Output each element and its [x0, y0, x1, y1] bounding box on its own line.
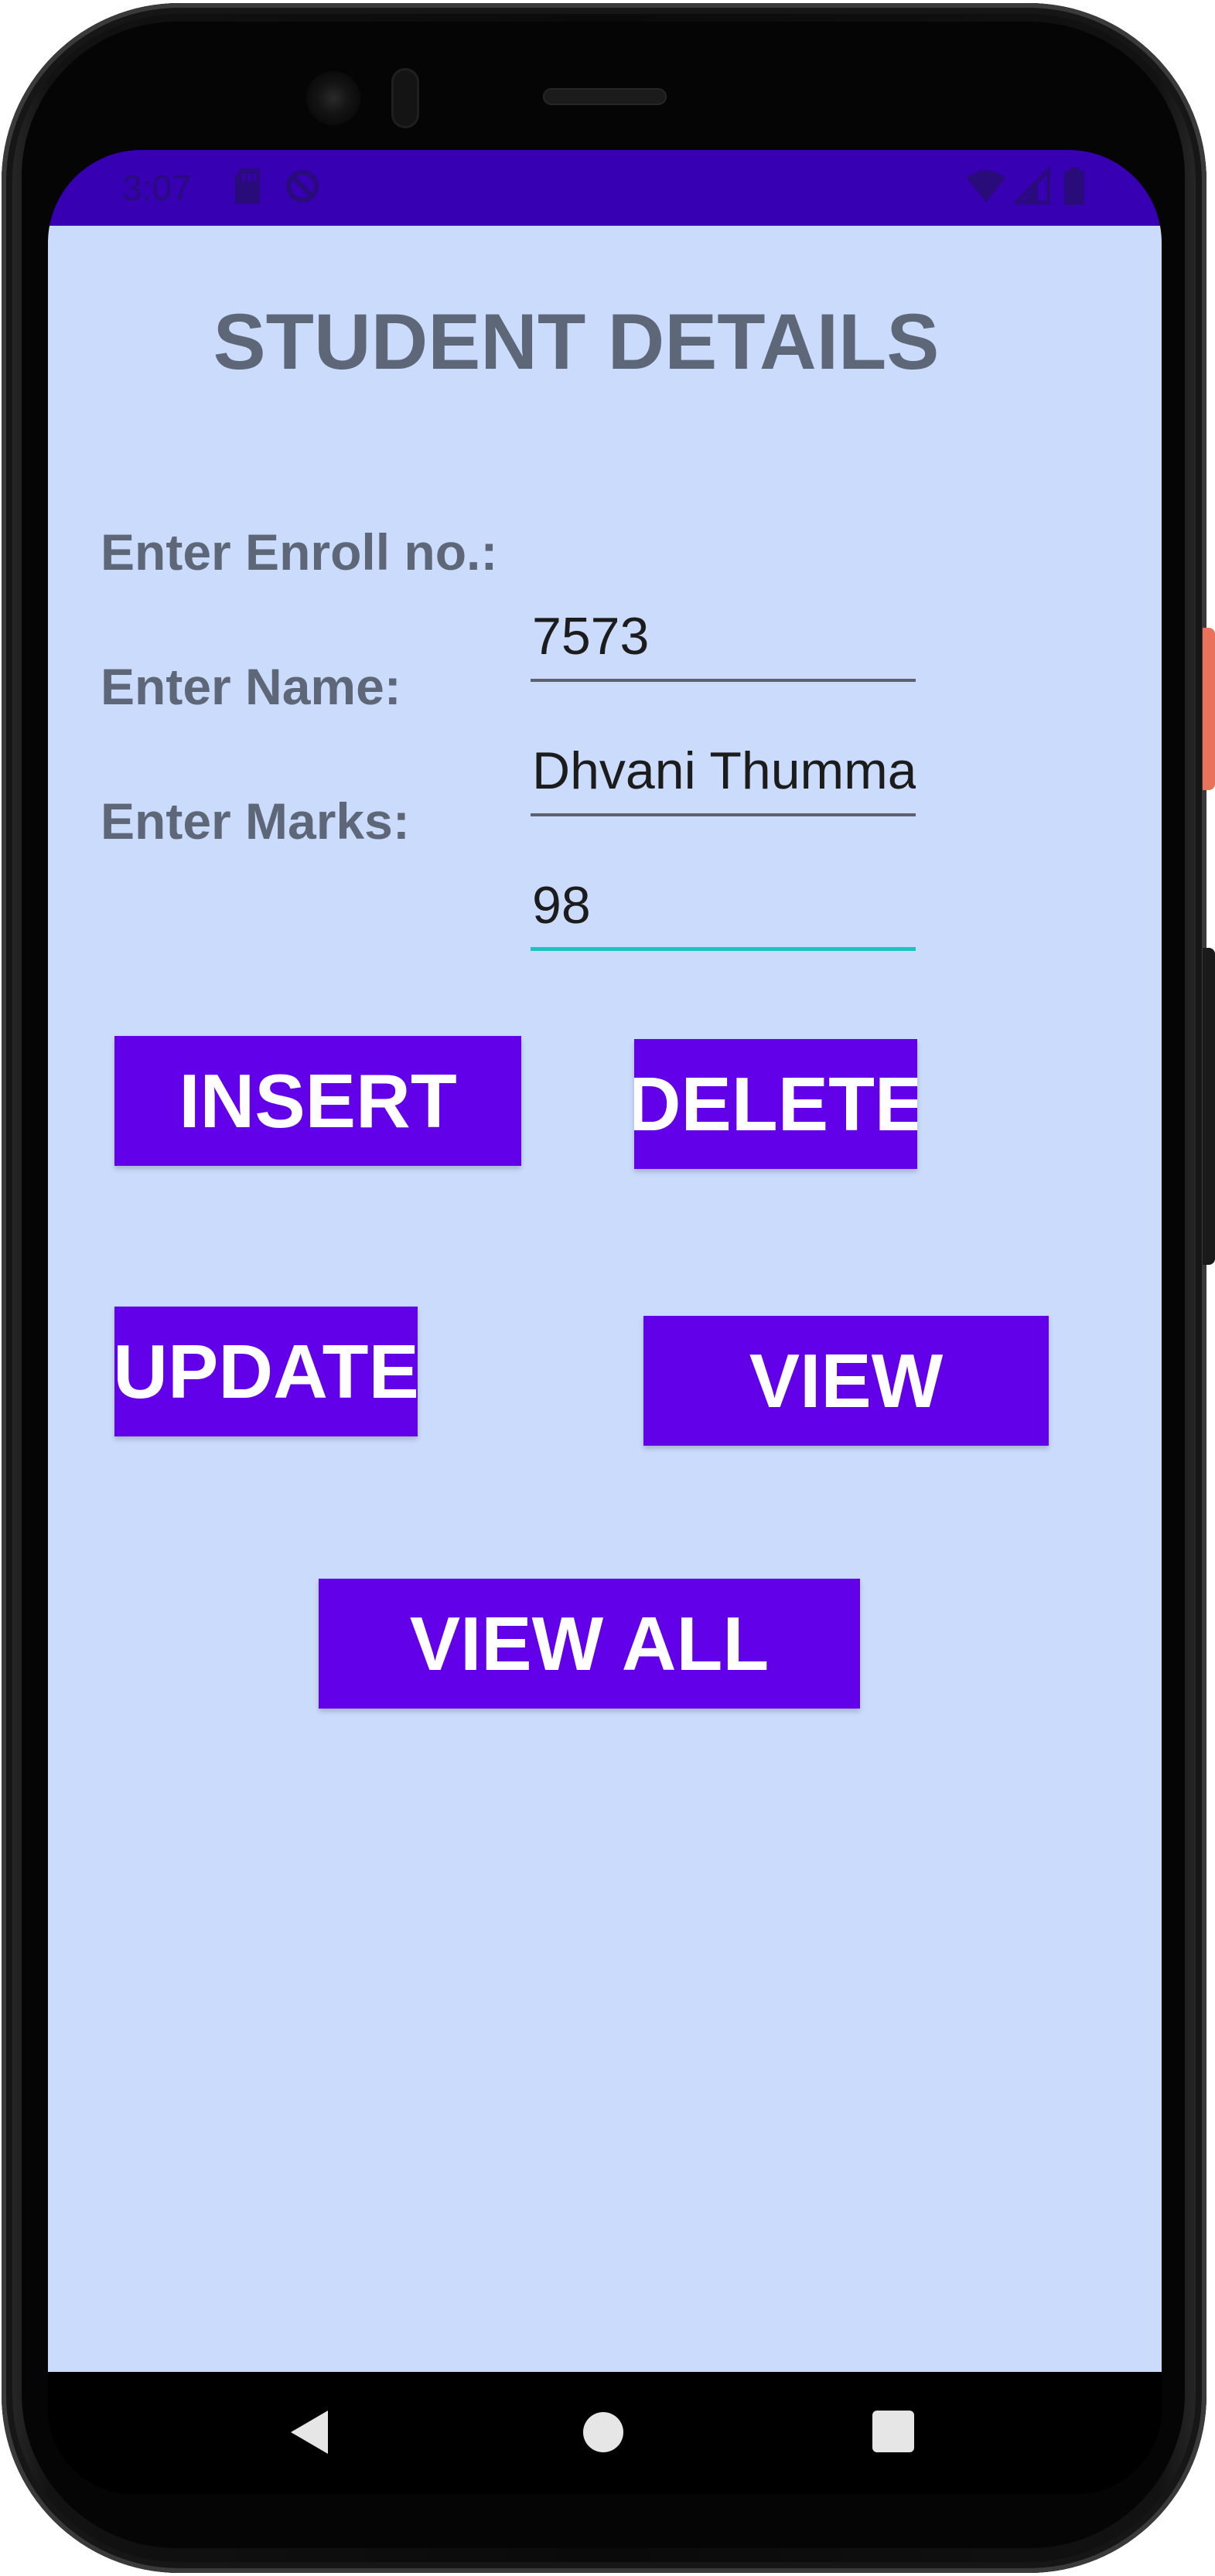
update-button[interactable]: UPDATE — [114, 1307, 418, 1436]
status-bar: 3:07 — [48, 150, 1162, 226]
power-button[interactable] — [1203, 628, 1215, 790]
enroll-label: Enter Enroll no.: — [101, 523, 498, 581]
proximity-sensor-icon — [391, 68, 419, 128]
phone-frame: 3:07 STUDENT DETAILS Enter Enroll no.: E… — [0, 0, 1215, 2576]
enroll-input[interactable] — [531, 601, 916, 682]
sync-icon — [286, 170, 319, 203]
insert-button[interactable]: INSERT — [114, 1036, 521, 1166]
page-title: STUDENT DETAILS — [213, 298, 940, 386]
recents-icon[interactable] — [872, 2411, 914, 2452]
back-icon[interactable] — [291, 2411, 328, 2454]
view-all-button[interactable]: VIEW ALL — [319, 1579, 860, 1709]
screen: 3:07 STUDENT DETAILS Enter Enroll no.: E… — [48, 150, 1162, 2494]
name-label: Enter Name: — [101, 658, 401, 715]
battery-icon — [1064, 167, 1084, 205]
earpiece-speaker-icon — [543, 88, 667, 105]
app-content: STUDENT DETAILS Enter Enroll no.: Enter … — [48, 226, 1162, 2372]
marks-label: Enter Marks: — [101, 792, 410, 850]
front-camera-icon — [306, 71, 360, 125]
navigation-bar — [48, 2372, 1162, 2494]
volume-rocker[interactable] — [1203, 948, 1215, 1265]
home-icon[interactable] — [583, 2412, 623, 2452]
marks-input[interactable] — [531, 871, 916, 951]
cell-signal-icon — [1015, 167, 1050, 205]
sd-card-icon — [235, 169, 260, 204]
name-input[interactable] — [531, 736, 916, 816]
delete-button[interactable]: DELETE — [634, 1039, 917, 1169]
status-time: 3:07 — [122, 168, 192, 208]
wifi-icon — [967, 170, 1005, 203]
view-button[interactable]: VIEW — [643, 1316, 1049, 1446]
